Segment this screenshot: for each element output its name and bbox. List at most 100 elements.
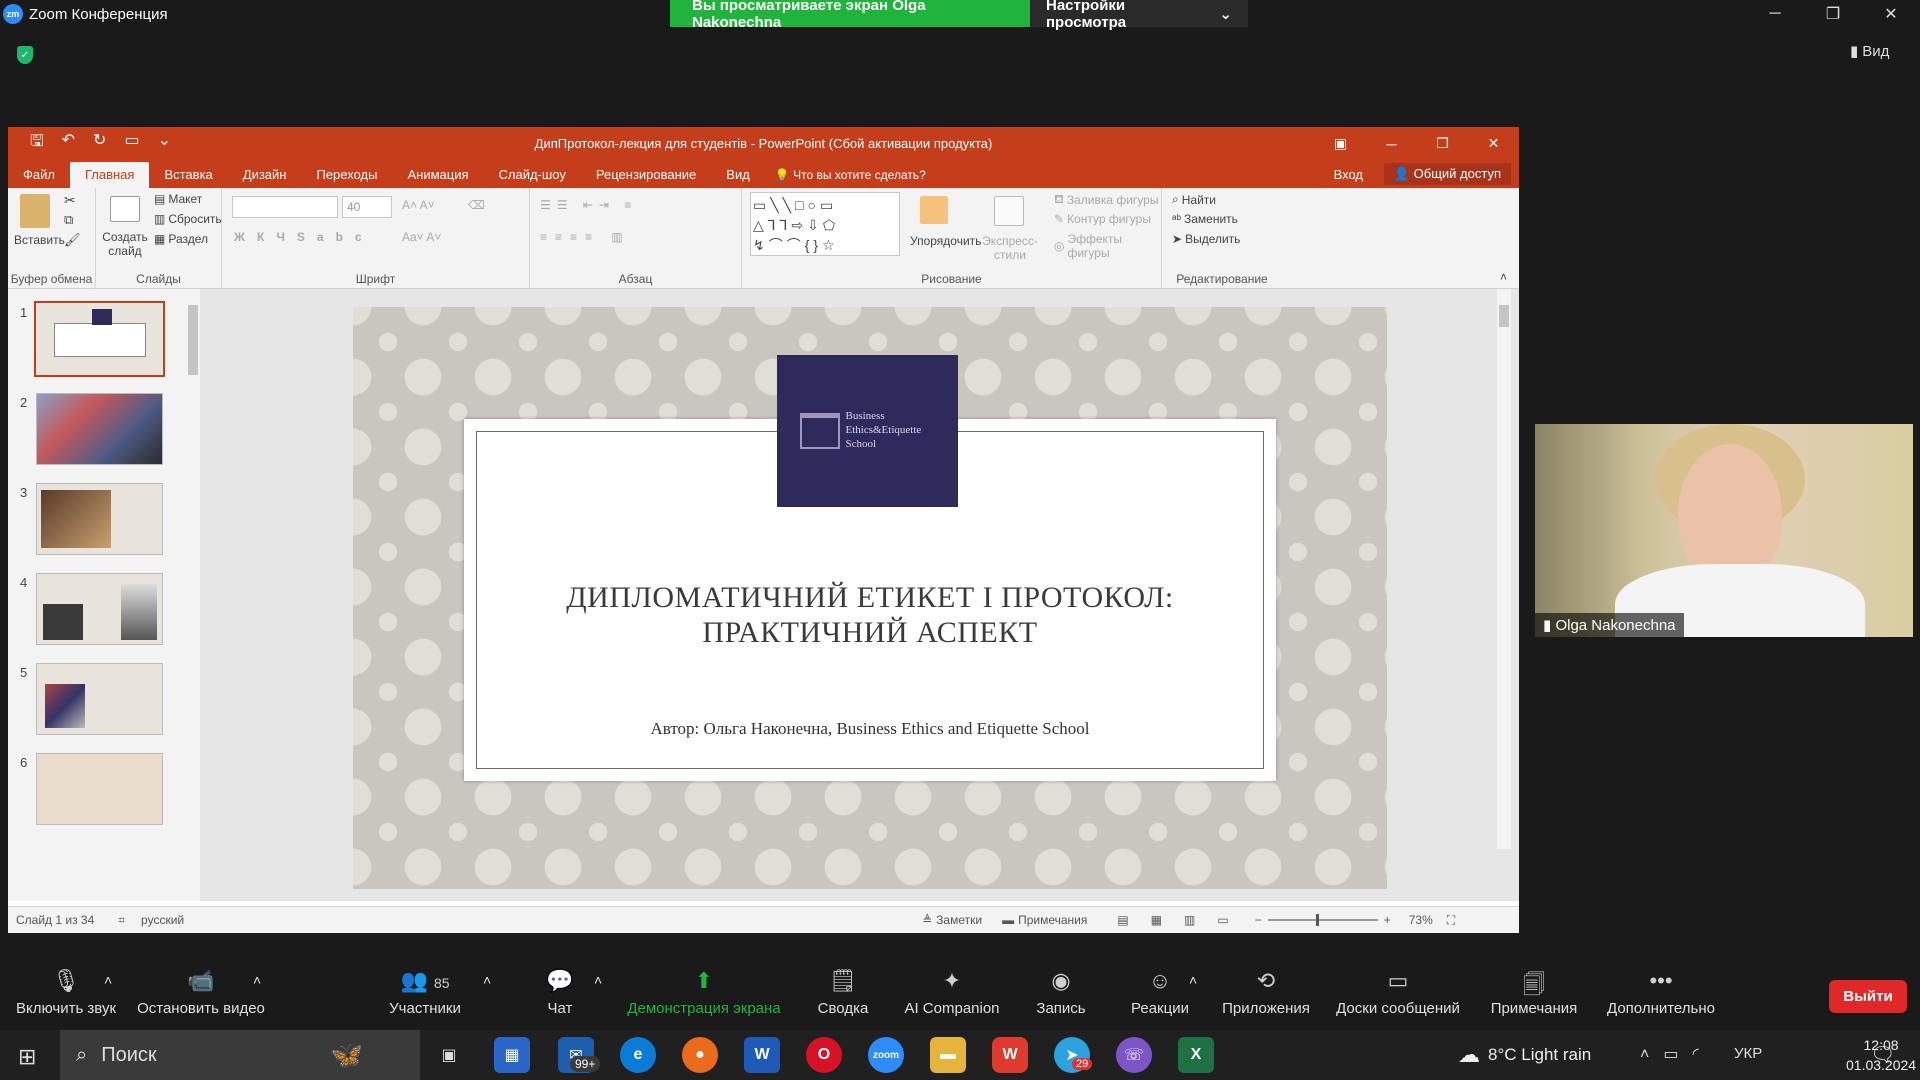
tab-home[interactable]: Главная	[69, 162, 150, 188]
view-button[interactable]: ▮ Вид	[1850, 42, 1889, 61]
thumbnails-scrollbar[interactable]	[186, 289, 200, 901]
firefox-icon[interactable]: ●	[682, 1037, 718, 1073]
zoom-level[interactable]: 73%	[1409, 913, 1433, 927]
select-button[interactable]: ➤ Выделить	[1172, 232, 1240, 246]
audio-options-chevron-icon[interactable]: ˄	[104, 972, 112, 988]
thumbnail-1[interactable]: 1	[8, 301, 186, 389]
spellcheck-icon[interactable]: ⌗	[118, 913, 125, 928]
ai-companion-button[interactable]: ✦ AI Companion	[896, 968, 1008, 1017]
arrange-button[interactable]: Упорядочить	[910, 234, 981, 248]
summary-button[interactable]: 🗒 Сводка	[810, 968, 876, 1017]
thumbnail-2[interactable]: 2	[8, 393, 186, 479]
notes-toolbar-button[interactable]: 🗐 Примечания	[1486, 968, 1582, 1017]
ppt-minimize-button[interactable]: ─	[1366, 127, 1417, 160]
ppt-restore-button[interactable]: ❐	[1417, 127, 1468, 160]
font-style-buttons[interactable]: ЖКЧSabc	[234, 230, 374, 244]
shape-outline-button[interactable]: ✎ Контур фигуры	[1054, 212, 1151, 226]
stop-video-button[interactable]: 📹 Остановить видео	[136, 968, 266, 1017]
comments-button[interactable]: ▬ Примечания	[1002, 913, 1087, 927]
undo-icon[interactable]: ↶	[62, 130, 75, 157]
tab-file[interactable]: Файл	[8, 167, 70, 188]
arrange-icon[interactable]	[920, 196, 948, 224]
slide-title[interactable]: ДИПЛОМАТИЧНИЙ ЕТИКЕТ І ПРОТОКОЛ: ПРАКТИЧ…	[476, 581, 1264, 650]
apps-button[interactable]: ⟲ Приложения	[1218, 968, 1314, 1017]
weather-widget[interactable]: ☁ 8°C Light rain	[1458, 1030, 1591, 1080]
slide-author[interactable]: Автор: Ольга Наконечна, Business Ethics …	[476, 719, 1264, 739]
clear-formatting-icon[interactable]: ⌫	[468, 198, 485, 212]
taskbar-search[interactable]: ⌕ Поиск 🦋	[60, 1030, 420, 1080]
keyboard-language[interactable]: УКР	[1734, 1045, 1762, 1062]
tab-slideshow[interactable]: Слайд-шоу	[484, 167, 581, 188]
record-button[interactable]: ◉ Запись	[1030, 968, 1092, 1017]
zoom-out-icon[interactable]: −	[1255, 913, 1262, 927]
ppt-close-button[interactable]: ✕	[1468, 127, 1519, 160]
leave-button[interactable]: Выйти	[1829, 980, 1907, 1013]
current-slide[interactable]: ДИПЛОМАТИЧНИЙ ЕТИКЕТ І ПРОТОКОЛ: ПРАКТИЧ…	[353, 307, 1387, 889]
chat-button[interactable]: 💬 Чат	[540, 968, 580, 1017]
tab-review[interactable]: Рецензирование	[581, 167, 711, 188]
video-options-chevron-icon[interactable]: ˄	[253, 972, 261, 988]
shape-fill-button[interactable]: ⛾ Заливка фигуры	[1054, 192, 1158, 208]
tab-transitions[interactable]: Переходы	[301, 167, 392, 188]
zoom-slider-thumb[interactable]	[1315, 914, 1319, 926]
collapse-ribbon-icon[interactable]: ˄	[1500, 270, 1507, 284]
participants-button[interactable]: 👥 85 Участники	[380, 968, 470, 1017]
format-painter-icon[interactable]: 🖌	[64, 232, 81, 248]
maximize-button[interactable]: ❐	[1804, 0, 1862, 28]
save-icon[interactable]: 🖫	[30, 130, 44, 157]
zoom-in-icon[interactable]: +	[1384, 913, 1391, 927]
viber-icon[interactable]: ☏	[1116, 1037, 1152, 1073]
new-slide-button[interactable]: Создать слайд	[102, 230, 148, 258]
ribbon-display-options-icon[interactable]: ▣	[1315, 127, 1366, 160]
quick-styles-icon[interactable]	[994, 196, 1024, 226]
paste-icon[interactable]	[20, 194, 50, 228]
view-mode-buttons[interactable]: ▤▦▥▭	[1117, 913, 1250, 927]
more-button[interactable]: ••• Дополнительно	[1602, 968, 1720, 1017]
redo-icon[interactable]: ↻	[93, 130, 106, 157]
participant-video[interactable]: ▮ Olga Nakonechna	[1535, 424, 1913, 637]
font-color-icon[interactable]: Aa˅ A˅	[402, 230, 441, 244]
grow-font-icon[interactable]: A˄ A˅	[402, 198, 435, 212]
file-explorer-icon[interactable]: ▬	[930, 1037, 966, 1073]
wps-icon[interactable]: W	[992, 1037, 1028, 1073]
shape-effects-button[interactable]: ◎ Эффекты фигуры	[1054, 232, 1161, 260]
font-name-field[interactable]	[232, 196, 338, 218]
share-screen-button[interactable]: ⬆ Демонстрация экрана	[622, 968, 786, 1017]
notifications-icon[interactable]: 🗨	[1870, 1042, 1895, 1067]
zoom-app-icon[interactable]: zoom	[868, 1037, 904, 1073]
notes-button[interactable]: ≜ Заметки	[922, 913, 982, 927]
excel-icon[interactable]: X	[1178, 1037, 1214, 1073]
word-icon[interactable]: W	[744, 1037, 780, 1073]
windows-start-icon[interactable]: ⊞	[18, 1044, 36, 1070]
store-icon[interactable]: ▦	[494, 1037, 530, 1073]
tray-icons[interactable]: ˄▭◜	[1640, 1044, 1713, 1064]
tab-design[interactable]: Дизайн	[228, 167, 302, 188]
layout-button[interactable]: ▤ Макет	[154, 192, 202, 206]
reactions-button[interactable]: ☺ Реакции	[1124, 968, 1196, 1017]
zoom-slider[interactable]	[1267, 914, 1378, 926]
share-button[interactable]: 👤 Общий доступ	[1383, 163, 1511, 185]
slide-scrollbar[interactable]	[1497, 289, 1511, 849]
school-logo[interactable]: Business Ethics&Etiquette School	[777, 355, 958, 507]
new-slide-icon[interactable]	[110, 196, 140, 222]
tab-insert[interactable]: Вставка	[149, 167, 227, 188]
minimize-button[interactable]: ─	[1746, 0, 1804, 28]
replace-button[interactable]: ᵃᵇ Заменить	[1172, 212, 1238, 226]
alignment-buttons[interactable]: ≡≡≡≡ ▥	[540, 230, 631, 244]
sign-in-link[interactable]: Вход	[1334, 167, 1363, 182]
view-settings-button[interactable]: Настройки просмотра ⌄	[1030, 0, 1248, 31]
tell-me-box[interactable]: 💡 Что вы хотите сделать?	[775, 168, 926, 188]
language-indicator[interactable]: русский	[141, 913, 184, 927]
edge-icon[interactable]: e	[620, 1037, 656, 1073]
participants-chevron-icon[interactable]: ˄	[483, 972, 491, 988]
close-button[interactable]: ✕	[1862, 0, 1920, 28]
scroll-thumb[interactable]	[188, 305, 198, 375]
quick-styles-button[interactable]: Экспресс-стили	[980, 234, 1040, 262]
find-button[interactable]: ⌕ Найти	[1172, 192, 1216, 207]
shapes-gallery[interactable]: ▭╲╲□○▭ △⅂⅂⇨⇩⬠ ↯⌒⌒{}☆	[750, 192, 900, 256]
list-buttons[interactable]: ☰☰ ⇤⇥ ≡	[540, 198, 637, 212]
reactions-chevron-icon[interactable]: ˄	[1189, 972, 1197, 988]
customize-qat-icon[interactable]: ⌄	[158, 130, 171, 157]
slide-scroll-thumb[interactable]	[1499, 305, 1509, 327]
thumbnail-6[interactable]: 6	[8, 753, 186, 839]
